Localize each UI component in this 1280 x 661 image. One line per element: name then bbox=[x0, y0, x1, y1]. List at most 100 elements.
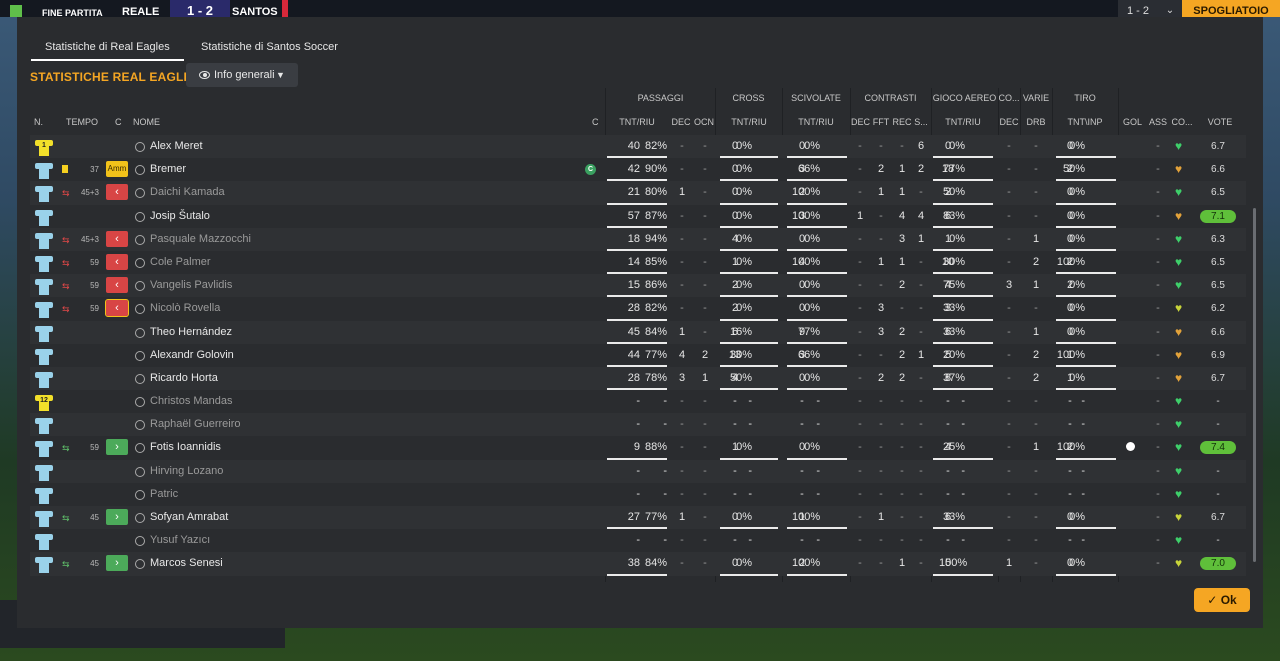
player-name[interactable]: Sofyan Amrabat bbox=[150, 506, 228, 529]
col-header-con-rec[interactable]: REC bbox=[892, 117, 912, 127]
condition-heart-icon: ♥ bbox=[1175, 463, 1183, 478]
table-row[interactable]: ⇆ 45 › Marcos Senesi 38 84% - -0 0% 2 100% - -1-5 100… bbox=[30, 552, 1246, 576]
table-row[interactable]: 12 Christos Mandas - - - - - - - - - - - - - - - - - - - ♥ - bbox=[30, 390, 1246, 414]
player-name[interactable]: Ricardo Horta bbox=[150, 367, 218, 390]
player-name[interactable]: Patric bbox=[150, 483, 178, 506]
stat-cell-pd: - bbox=[680, 140, 684, 152]
player-name[interactable]: Marcos Senesi bbox=[150, 552, 223, 575]
player-name[interactable]: Pasquale Mazzocchi bbox=[150, 228, 251, 251]
stat-cell-pp: 94% bbox=[644, 232, 667, 245]
goal-ball-icon bbox=[1126, 442, 1135, 452]
col-header-card[interactable]: C bbox=[115, 117, 122, 127]
table-row[interactable]: ⇆ 45 › Sofyan Amrabat 27 77% 1-0 0% 1 100% -1- -6 33… bbox=[30, 506, 1246, 530]
col-header-vote[interactable]: VOTE bbox=[1202, 117, 1238, 127]
table-scrollbar[interactable] bbox=[1253, 208, 1256, 562]
col-header-time[interactable]: TEMPO bbox=[66, 117, 98, 127]
col-header-cross-tnt[interactable]: TNT/RIU bbox=[720, 117, 778, 127]
col-header-con-dec[interactable]: DEC bbox=[851, 117, 870, 127]
table-row[interactable]: Theo Hernández 45 84% 1-6 16% 9 77% -3 2-6 33% -1 0… bbox=[30, 320, 1246, 344]
player-name[interactable]: Bremer bbox=[150, 158, 186, 181]
stat-cell-pp: 88% bbox=[644, 441, 667, 454]
player-name[interactable]: Nicolò Rovella bbox=[150, 297, 220, 320]
table-row[interactable]: Raphaël Guerreiro - - - - - - - - - - - - - - - - - - - ♥ - bbox=[30, 413, 1246, 437]
player-name[interactable]: Fotis Ioannidis bbox=[150, 436, 221, 459]
col-header-pass-dec[interactable]: DEC bbox=[671, 117, 691, 127]
col-header-tack-tnt[interactable]: TNT/RIU bbox=[787, 117, 845, 127]
stat-cell-cp: - bbox=[748, 395, 752, 408]
col-header-dribbles[interactable]: DRB bbox=[1022, 117, 1050, 127]
ok-button[interactable]: ✓ Ok bbox=[1194, 588, 1250, 612]
locker-room-button[interactable]: SPOGLIATOIO bbox=[1182, 0, 1280, 17]
table-row[interactable]: Patric - - - - - - - - - - - - - - - - - - - ♥ - bbox=[30, 482, 1246, 506]
tab-home-stats[interactable]: Statistiche di Real Eagles bbox=[31, 35, 184, 61]
player-name[interactable]: Raphaël Guerreiro bbox=[150, 413, 241, 436]
col-header-number[interactable]: N. bbox=[34, 117, 43, 127]
player-name[interactable]: Hirving Lozano bbox=[150, 460, 223, 483]
time-value: 59 bbox=[90, 281, 99, 291]
stat-cell-k4: - bbox=[919, 557, 923, 570]
col-header-con-s[interactable]: S... bbox=[912, 117, 930, 127]
stat-cell-k2: - bbox=[879, 209, 883, 222]
stat-cell-k4: - bbox=[919, 186, 923, 199]
stat-cell-ap: - bbox=[961, 418, 965, 431]
table-row[interactable]: ⇆ 45+3 ‹ Pasquale Mazzocchi 18 94% - -4 0% 0 0% - -3… bbox=[30, 227, 1246, 251]
col-header-shots[interactable]: TNT\INP bbox=[1056, 117, 1114, 127]
table-row[interactable]: ⇆ 59 ‹ Nicolò Rovella 28 82% - -2 0% 0 0% -3- -3 33% -… bbox=[30, 297, 1246, 321]
col-header-co-dec[interactable]: DEC bbox=[998, 117, 1020, 127]
stat-cell-dr: - bbox=[1034, 511, 1038, 523]
stat-cell-k4: - bbox=[919, 395, 923, 408]
table-row[interactable]: Alexandr Golovin 44 77% 4 2 13 30% 3 66% - -2 1 5 20%… bbox=[30, 343, 1246, 367]
col-header-captain[interactable]: C bbox=[592, 117, 599, 127]
shots-bar bbox=[1056, 573, 1116, 576]
stats-dialog: Statistiche di Real Eagles Statistiche d… bbox=[17, 17, 1263, 628]
stat-cell-po: - bbox=[703, 279, 707, 292]
player-name[interactable]: Yusuf Yazıcı bbox=[150, 529, 210, 552]
table-row[interactable]: Ricardo Horta 28 78% 3 1 4 50% 0 0% -2 2-8 37% -2 1 0%… bbox=[30, 366, 1246, 391]
tab-away-stats[interactable]: Statistiche di Santos Soccer bbox=[187, 35, 352, 59]
player-name[interactable]: Christos Mandas bbox=[150, 390, 233, 413]
table-row[interactable]: ⇆ 45+3 ‹ Daichi Kamada 21 80% 1-0 0% 2 100% -1 1-2 5… bbox=[30, 181, 1246, 205]
shirt-icon bbox=[35, 369, 53, 388]
col-header-assists[interactable]: ASS bbox=[1146, 117, 1170, 127]
pass-bar bbox=[607, 573, 667, 576]
player-name[interactable]: Theo Hernández bbox=[150, 321, 232, 344]
table-row[interactable]: ⇆ 59 › Fotis Ioannidis 9 88% - -1 0% 0 0% - - - -4 25% -… bbox=[30, 436, 1246, 460]
player-name[interactable]: Cole Palmer bbox=[150, 251, 211, 274]
stat-cell-k3: - bbox=[900, 441, 904, 454]
stat-cell-cd: - bbox=[1007, 163, 1011, 176]
stat-cell-pd: - bbox=[680, 232, 684, 245]
stat-cell-tp: - bbox=[816, 534, 820, 547]
player-rows: 1 Alex Meret 40 82% - -0 0% 0 0% - - -6 0 0% - -0 0% - ♥ 6.… bbox=[30, 135, 1246, 576]
player-name[interactable]: Alexandr Golovin bbox=[150, 344, 234, 367]
collapse-chevron-icon[interactable]: ⌄ bbox=[1158, 0, 1182, 17]
stat-cell-k1: - bbox=[858, 395, 862, 408]
col-header-pass-ocn[interactable]: OCN bbox=[693, 117, 715, 127]
player-name[interactable]: Josip Šutalo bbox=[150, 205, 210, 228]
table-row[interactable]: Josip Šutalo 57 87% - -0 0% 3 100% 1-4 4 6 83% - -0 0%… bbox=[30, 204, 1246, 228]
view-dropdown[interactable]: Info generali ▼ bbox=[186, 63, 298, 87]
stat-cell-pp: 84% bbox=[644, 557, 667, 570]
player-name[interactable]: Alex Meret bbox=[150, 135, 203, 158]
player-name[interactable]: Vangelis Pavlidis bbox=[150, 274, 232, 297]
stat-cell-k1: - bbox=[858, 325, 862, 338]
app-logo-icon bbox=[10, 5, 22, 17]
col-header-condition[interactable]: CO... bbox=[1170, 117, 1194, 127]
col-header-goals[interactable]: GOL bbox=[1120, 117, 1145, 127]
table-row[interactable]: 37 Amm Bremer C 42 90% - -0 0% 3 66% -2 1 2 18 77% - -2 50… bbox=[30, 158, 1246, 182]
table-row[interactable]: ⇆ 59 ‹ Cole Palmer 14 85% - -1 0% 4 100% -1 1-10 30% -… bbox=[30, 250, 1246, 275]
table-row[interactable]: 1 Alex Meret 40 82% - -0 0% 0 0% - - -6 0 0% - -0 0% - ♥ 6.… bbox=[30, 135, 1246, 159]
player-vote: 6.3 bbox=[1211, 233, 1225, 245]
col-header-con-fft[interactable]: FFT bbox=[872, 117, 890, 127]
player-name[interactable]: Daichi Kamada bbox=[150, 181, 225, 204]
stat-cell-ass: - bbox=[1156, 395, 1160, 408]
col-header-pass-tnt[interactable]: TNT/RIU bbox=[607, 117, 667, 127]
stat-cell-tp: - bbox=[816, 418, 820, 431]
col-header-aerial-tnt[interactable]: TNT/RIU bbox=[933, 117, 993, 127]
stat-cell-sp: - bbox=[1081, 395, 1085, 408]
col-header-name[interactable]: NOME bbox=[133, 117, 160, 127]
condition-heart-icon: ♥ bbox=[1175, 185, 1183, 200]
table-row[interactable]: ⇆ 59 ‹ Vangelis Pavlidis 15 86% - -2 0% 0 0% - -2-4 7… bbox=[30, 274, 1246, 298]
table-row[interactable]: Yusuf Yazıcı - - - - - - - - - - - - - - - - - - - ♥ - bbox=[30, 529, 1246, 553]
stat-cell-k2: - bbox=[879, 441, 883, 454]
table-row[interactable]: Hirving Lozano - - - - - - - - - - - - - - - - - - - ♥ - bbox=[30, 459, 1246, 483]
